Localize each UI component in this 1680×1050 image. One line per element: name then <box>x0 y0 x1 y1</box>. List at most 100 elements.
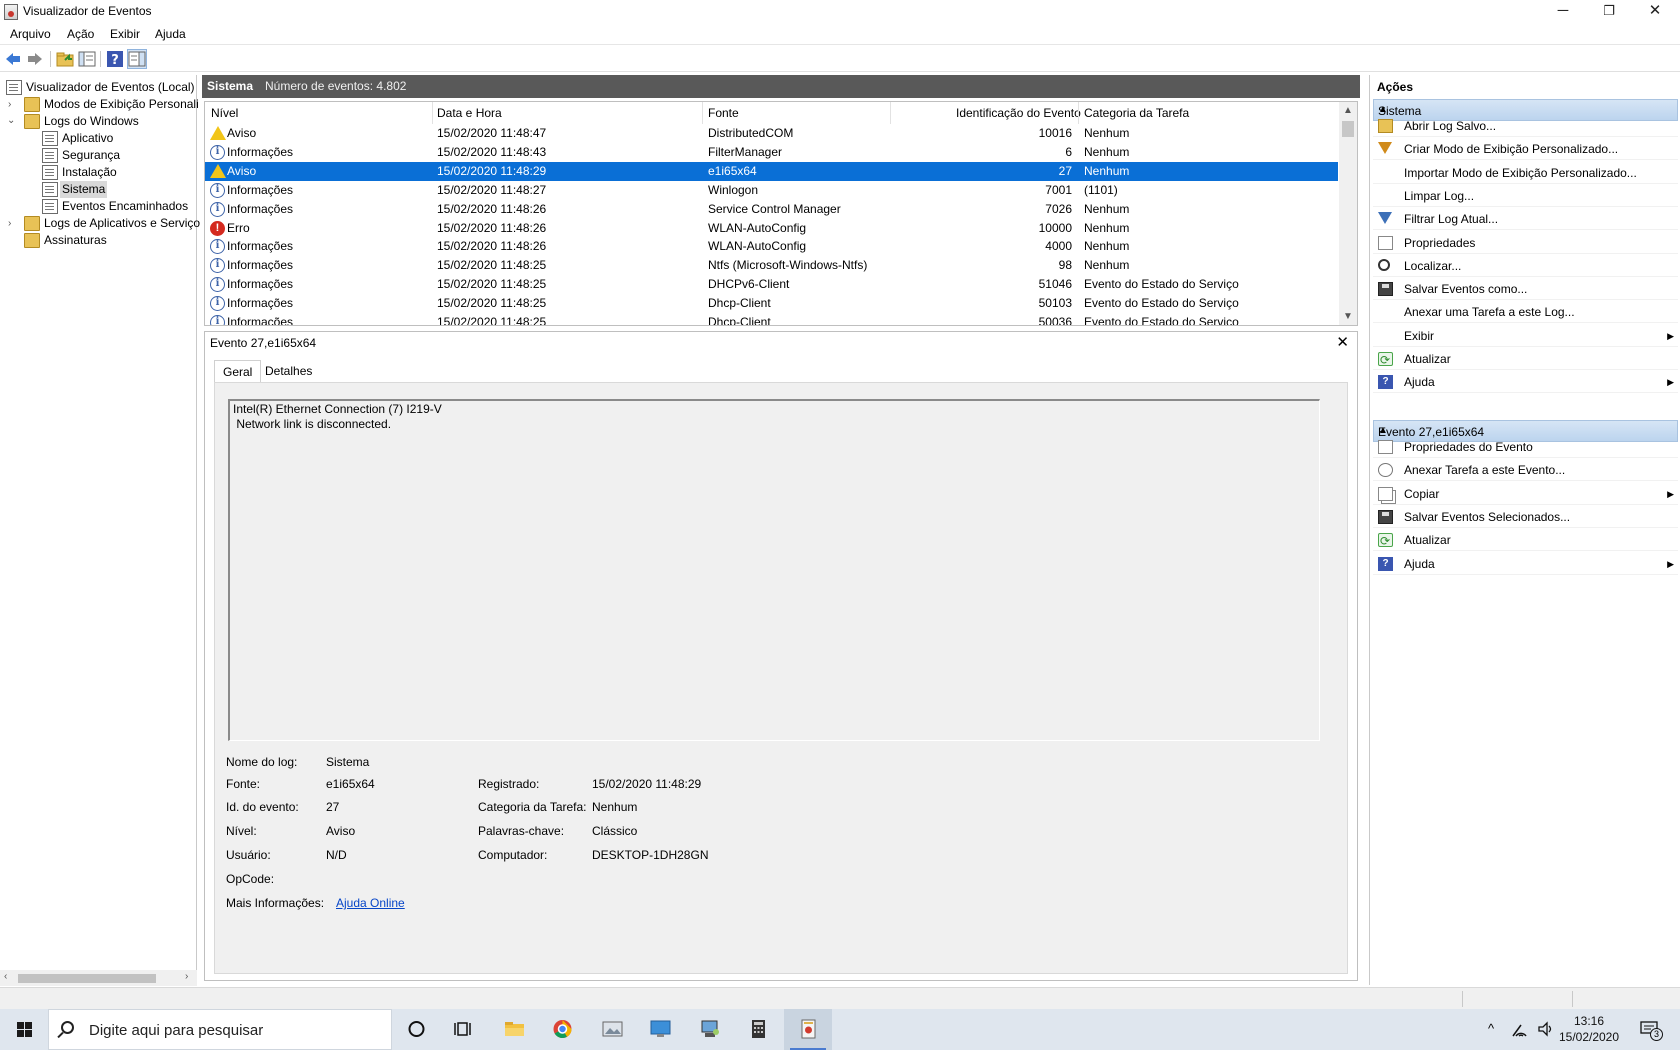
calculator-button[interactable] <box>734 1009 782 1050</box>
action-item[interactable]: Importar Modo de Exibição Personalizado.… <box>1373 162 1678 184</box>
tree-item-custom-views[interactable]: › Modos de Exibição Personali <box>4 96 199 114</box>
expand-chevron-icon[interactable]: › <box>8 100 18 110</box>
forward-arrow-icon[interactable] <box>26 50 44 68</box>
volume-icon[interactable] <box>1537 1021 1555 1037</box>
action-item[interactable]: Localizar... <box>1373 255 1678 277</box>
chrome-button[interactable] <box>538 1009 586 1050</box>
label-opcode: OpCode: <box>226 872 275 886</box>
start-button[interactable] <box>0 1009 48 1050</box>
scroll-left-icon[interactable]: ‹ <box>4 971 7 982</box>
taskbar-clock[interactable]: 13:16 15/02/2020 <box>1556 1013 1622 1045</box>
action-item[interactable]: Abrir Log Salvo... <box>1373 115 1678 137</box>
collapse-icon[interactable]: ▲ <box>1378 104 1671 115</box>
column-category[interactable]: Categoria da Tarefa <box>1084 106 1189 120</box>
notifications-button[interactable]: 3 <box>1638 1019 1664 1041</box>
remote-desktop-button[interactable] <box>636 1009 684 1050</box>
table-row[interactable]: i Informações 15/02/2020 11:48:43 FilterMan… <box>205 143 1338 162</box>
table-row[interactable]: i Informações 15/02/2020 11:48:26 WLAN-Auto… <box>205 237 1338 256</box>
expand-chevron-icon[interactable]: › <box>8 219 18 229</box>
tree-item-forwarded[interactable]: Eventos Encaminhados <box>4 198 194 216</box>
tree-item-system[interactable]: Sistema <box>4 181 194 199</box>
photos-button[interactable] <box>588 1009 636 1050</box>
cell-datetime: 15/02/2020 11:48:47 <box>437 126 547 140</box>
action-item[interactable]: Anexar Tarefa a este Evento... <box>1373 459 1678 482</box>
column-level[interactable]: Nível <box>211 106 238 120</box>
open-folder-icon[interactable] <box>56 50 74 68</box>
action-item[interactable]: Limpar Log... <box>1373 185 1678 207</box>
taskbar-search-box[interactable]: Digite aqui para pesquisar <box>48 1009 392 1050</box>
action-item[interactable]: Salvar Eventos como... <box>1373 278 1678 301</box>
action-item[interactable]: Exibir ▶ <box>1373 325 1678 347</box>
help-icon[interactable]: ? <box>106 50 124 68</box>
tree-root[interactable]: Visualizador de Eventos (Local) <box>4 79 195 97</box>
action-item[interactable]: Propriedades do Evento <box>1373 436 1678 458</box>
table-row[interactable]: ! Erro 15/02/2020 11:48:26 WLAN-AutoConfig 1… <box>205 219 1338 238</box>
menu-arquivo[interactable]: Arquivo <box>10 27 51 41</box>
menu-acao[interactable]: Ação <box>67 27 94 41</box>
action-item[interactable]: Filtrar Log Atual... <box>1373 208 1678 231</box>
detail-close-icon[interactable]: ✕ <box>1336 333 1349 351</box>
label-keywords: Palavras-chave: <box>478 824 565 838</box>
cortana-button[interactable] <box>392 1009 440 1050</box>
action-item[interactable]: Criar Modo de Exibição Personalizado... <box>1373 138 1678 161</box>
table-row[interactable]: i Informações 15/02/2020 11:48:25 Dhcp-Clie… <box>205 313 1338 325</box>
show-hide-action-pane-icon[interactable] <box>127 49 147 69</box>
cell-source: WLAN-AutoConfig <box>708 220 807 235</box>
event-viewer-taskbar-button[interactable] <box>784 1009 832 1050</box>
tab-details[interactable]: Detalhes <box>257 360 320 382</box>
action-item[interactable]: Atualizar <box>1373 348 1678 371</box>
column-event-id[interactable]: Identificação do Evento <box>956 106 1081 120</box>
menu-ajuda[interactable]: Ajuda <box>155 27 186 41</box>
table-row[interactable]: i Informações 15/02/2020 11:48:25 Dhcp-Clie… <box>205 294 1338 313</box>
actions-header: Ações <box>1370 75 1680 97</box>
table-row[interactable]: i Informações 15/02/2020 11:48:25 Ntfs (Mic… <box>205 256 1338 275</box>
table-row[interactable]: Aviso 15/02/2020 11:48:47 DistributedCOM 10… <box>205 124 1338 143</box>
scroll-up-icon[interactable]: ▲ <box>1339 102 1357 119</box>
tree-item-security[interactable]: Segurança <box>4 147 194 165</box>
scroll-down-icon[interactable]: ▼ <box>1339 308 1357 325</box>
action-item[interactable]: Propriedades <box>1373 232 1678 254</box>
tree-item-app-services[interactable]: › Logs de Aplicativos e Serviço <box>4 215 200 233</box>
restore-button[interactable]: ❐ <box>1586 0 1632 24</box>
close-button[interactable]: ✕ <box>1632 0 1678 24</box>
tree-item-security-label: Segurança <box>62 148 121 162</box>
tree-item-windows-logs[interactable]: ⌄ Logs do Windows <box>4 113 194 131</box>
collapse-icon[interactable]: ▲ <box>1378 425 1671 436</box>
table-row[interactable]: i Informações 15/02/2020 11:48:26 Service C… <box>205 200 1338 219</box>
action-item[interactable]: ? Ajuda ▶ <box>1373 371 1678 394</box>
scroll-right-icon[interactable]: › <box>185 971 188 982</box>
action-item[interactable]: Atualizar <box>1373 529 1678 552</box>
collapse-chevron-icon[interactable]: ⌄ <box>7 116 17 126</box>
action-item[interactable]: ? Ajuda ▶ <box>1373 553 1678 575</box>
show-hide-tree-icon[interactable] <box>78 50 96 68</box>
tree-item-setup[interactable]: Instalação <box>4 164 194 182</box>
minimize-button[interactable]: ─ <box>1540 0 1586 24</box>
column-source[interactable]: Fonte <box>708 106 739 120</box>
tree-item-application[interactable]: Aplicativo <box>4 130 194 148</box>
table-row[interactable]: Aviso 15/02/2020 11:48:29 e1i65x64 27 Nenhum <box>205 161 1338 181</box>
tree-item-windows-logs-label: Logs do Windows <box>44 114 139 128</box>
action-item[interactable]: Salvar Eventos Selecionados... <box>1373 506 1678 528</box>
table-vertical-scrollbar[interactable]: ▲ ▼ <box>1339 102 1357 325</box>
tree-horizontal-scrollbar[interactable]: ‹ › <box>0 970 197 986</box>
menu-exibir[interactable]: Exibir <box>110 27 140 41</box>
show-hidden-icons-chevron-icon[interactable]: ^ <box>1488 1021 1494 1050</box>
table-row[interactable]: i Informações 15/02/2020 11:48:25 DHCPv6-Cl… <box>205 275 1338 294</box>
tab-general[interactable]: Geral <box>214 360 262 383</box>
network-icon[interactable] <box>1512 1021 1530 1037</box>
action-item[interactable]: Anexar uma Tarefa a este Log... <box>1373 301 1678 324</box>
online-help-link[interactable]: Ajuda Online <box>336 896 405 910</box>
file-explorer-button[interactable] <box>490 1009 538 1050</box>
action-item[interactable]: Copiar ▶ <box>1373 483 1678 505</box>
back-arrow-icon[interactable] <box>4 50 22 68</box>
tree-item-subscriptions[interactable]: Assinaturas <box>4 232 194 250</box>
table-row[interactable]: i Informações 15/02/2020 11:48:27 Winlogon 7… <box>205 181 1338 200</box>
scrollbar-thumb[interactable] <box>1342 121 1354 137</box>
scrollbar-thumb[interactable] <box>18 974 156 983</box>
task-view-button[interactable] <box>440 1009 488 1050</box>
column-datetime[interactable]: Data e Hora <box>437 106 502 120</box>
event-message-box[interactable]: Intel(R) Ethernet Connection (7) I219-V … <box>228 399 1320 741</box>
folder-icon <box>24 233 40 248</box>
computer-management-button[interactable] <box>686 1009 734 1050</box>
cell-category: Evento do Estado do Serviço <box>1084 277 1239 292</box>
